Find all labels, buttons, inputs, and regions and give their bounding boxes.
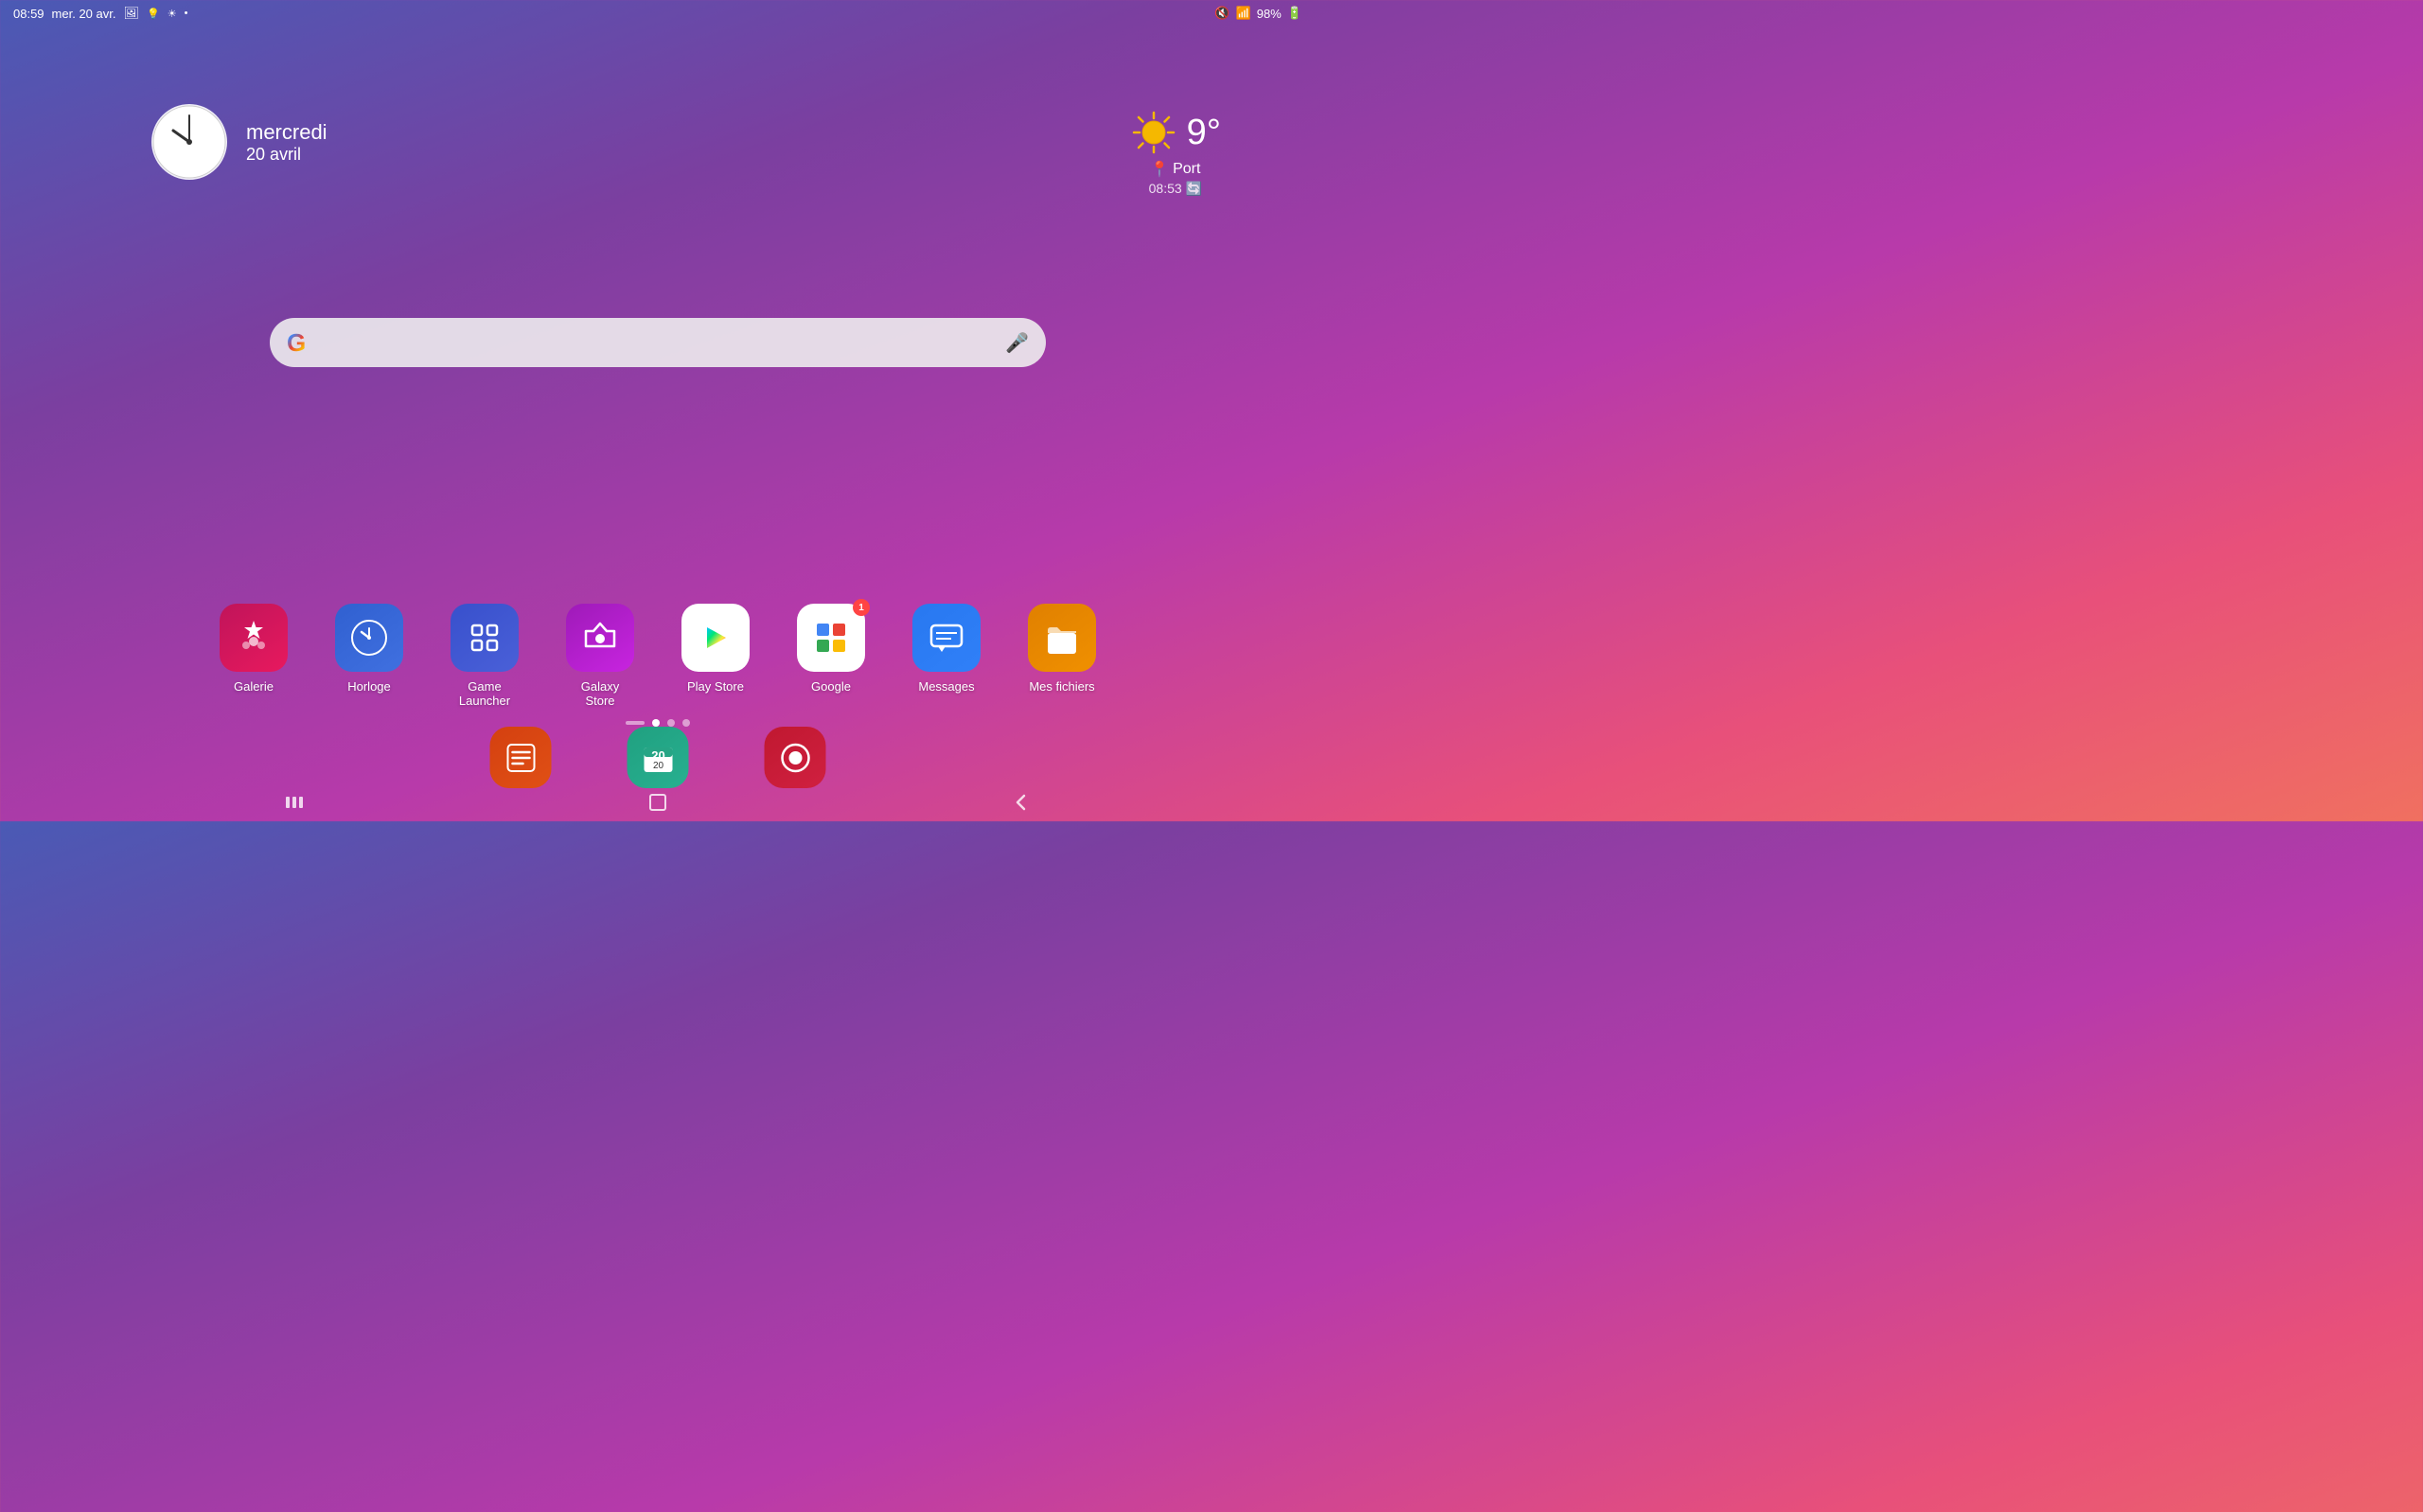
messages-label: Messages: [918, 679, 974, 694]
app-gamelauncher[interactable]: Game Launcher: [451, 604, 519, 708]
google-label: Google: [811, 679, 851, 694]
refresh-icon: 🔄: [1186, 181, 1202, 196]
microphone-icon[interactable]: 🎤: [1005, 331, 1029, 355]
messages-icon: [912, 604, 981, 672]
weather-update-time: 08:53 🔄: [1149, 181, 1202, 197]
app-galerie[interactable]: Galerie: [220, 604, 288, 694]
dock-screencapture[interactable]: [765, 727, 826, 788]
battery-percent: 98%: [1257, 7, 1282, 21]
app-mesfichiers[interactable]: Mes fichiers: [1028, 604, 1096, 694]
status-right: 🔇 📶 98% 🔋: [1214, 6, 1302, 21]
screencapture-icon: [765, 727, 826, 788]
page-dot-4[interactable]: [682, 719, 690, 727]
google-badge: 1: [853, 599, 870, 616]
sun-status-icon: ☀: [168, 8, 177, 20]
clock-day: mercredi: [246, 120, 327, 145]
svg-text:20: 20: [652, 761, 663, 771]
galerie-label: Galerie: [234, 679, 274, 694]
clock-text: mercredi 20 avril: [246, 120, 327, 165]
search-input[interactable]: [317, 318, 994, 367]
playstore-icon: [681, 604, 750, 672]
weather-city: Port: [1173, 161, 1200, 178]
sun-weather-icon: [1130, 109, 1177, 156]
home-button[interactable]: [647, 792, 668, 813]
weather-widget: 9° 📍 Port 08:53 🔄: [1130, 109, 1221, 197]
analog-clock: [151, 104, 227, 180]
status-left: 08:59 mer. 20 avr. 🖼 💡 ☀ •: [13, 6, 187, 21]
dock: 20 20: [490, 727, 826, 788]
playstore-label: Play Store: [687, 679, 744, 694]
app-playstore[interactable]: Play Store: [681, 604, 750, 694]
clock-date: 20 avril: [246, 145, 327, 165]
status-time: 08:59: [13, 7, 44, 21]
dock-calendar[interactable]: 20 20: [628, 727, 689, 788]
dot-icon: •: [185, 8, 188, 19]
calendar-icon: 20 20: [628, 727, 689, 788]
taskbar-icon: [490, 727, 552, 788]
wifi-icon: 📶: [1236, 6, 1251, 21]
app-galaxystore[interactable]: Galaxy Store: [566, 604, 634, 708]
horloge-icon: [335, 604, 403, 672]
galaxystore-icon: [566, 604, 634, 672]
page-dot-1[interactable]: [626, 721, 645, 725]
clock-widget: mercredi 20 avril: [151, 104, 327, 180]
google-g-logo: G: [287, 328, 306, 358]
weather-top: 9°: [1130, 109, 1221, 156]
dock-taskbar[interactable]: [490, 727, 552, 788]
page-dot-3[interactable]: [667, 719, 675, 727]
horloge-label: Horloge: [347, 679, 391, 694]
app-horloge[interactable]: Horloge: [335, 604, 403, 694]
battery-icon: 🔋: [1287, 6, 1302, 21]
galaxystore-label: Galaxy Store: [566, 679, 634, 708]
mesfichiers-icon: [1028, 604, 1096, 672]
back-button[interactable]: [1011, 792, 1032, 813]
page-dot-2[interactable]: [652, 719, 660, 727]
weather-temp: 9°: [1187, 113, 1221, 153]
app-grid: Galerie Horloge Game Launcher: [220, 604, 1096, 708]
page-indicators: [626, 719, 690, 727]
app-google[interactable]: 1 Google: [797, 604, 865, 694]
photo-icon: 🖼: [123, 6, 139, 21]
nav-bar: [0, 783, 1316, 821]
status-date: mer. 20 avr.: [52, 7, 116, 21]
mute-icon: 🔇: [1214, 6, 1229, 21]
status-bar: 08:59 mer. 20 avr. 🖼 💡 ☀ • 🔇 📶 98% 🔋: [0, 0, 1316, 26]
brightness-icon: 💡: [147, 8, 160, 20]
gamelauncher-label: Game Launcher: [451, 679, 519, 708]
app-messages[interactable]: Messages: [912, 604, 981, 694]
recent-apps-button[interactable]: [284, 792, 305, 813]
mesfichiers-label: Mes fichiers: [1029, 679, 1094, 694]
gamelauncher-icon: [451, 604, 519, 672]
weather-location: 📍 Port: [1150, 160, 1200, 179]
search-bar[interactable]: G 🎤: [270, 318, 1046, 367]
google-icon: 1: [797, 604, 865, 672]
galerie-icon: [220, 604, 288, 672]
location-pin-icon: 📍: [1150, 160, 1169, 179]
